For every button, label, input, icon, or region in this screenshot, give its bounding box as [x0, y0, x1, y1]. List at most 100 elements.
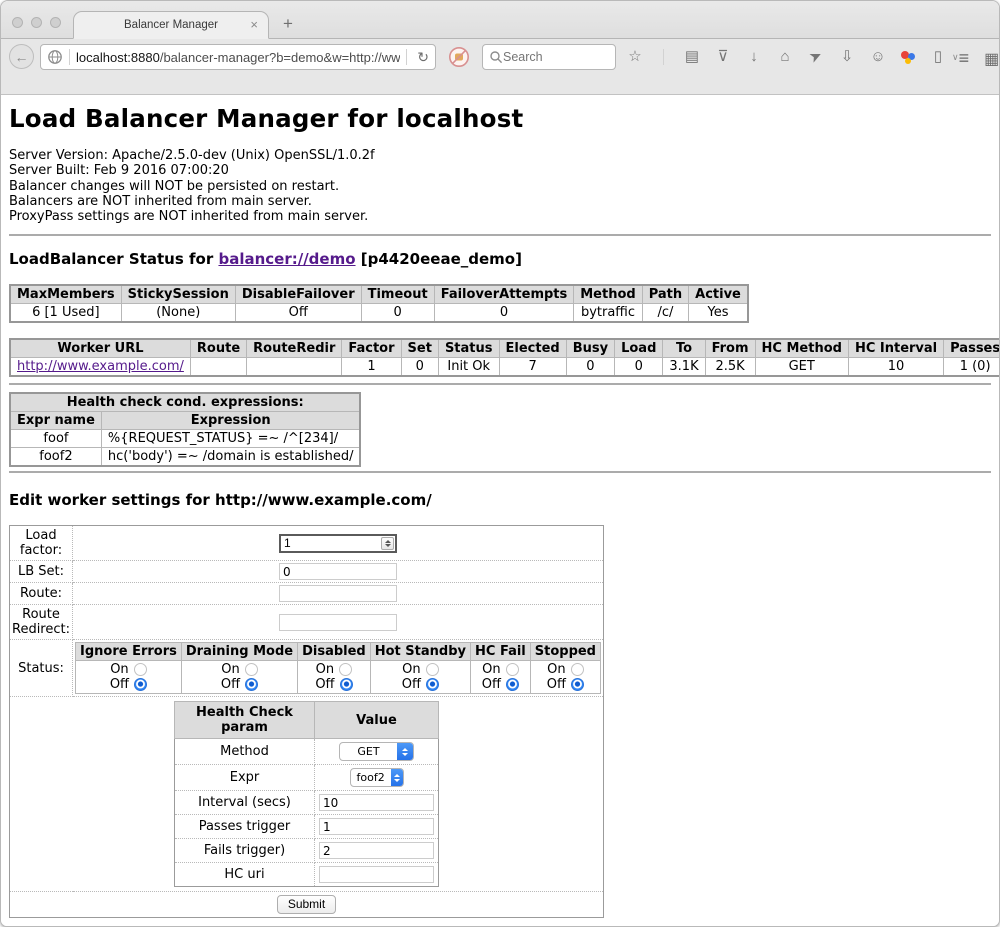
heading-prefix: LoadBalancer Status for: [9, 250, 218, 268]
column-header: StickySession: [121, 285, 235, 304]
clipboard-icon[interactable]: ▤: [683, 48, 701, 66]
column-header: Path: [642, 285, 688, 304]
device-sync-icon[interactable]: ▯: [929, 48, 947, 66]
lb-set-input[interactable]: [279, 563, 397, 580]
route-redirect-input[interactable]: [279, 614, 397, 631]
new-tab-button[interactable]: +: [283, 15, 293, 32]
tab-groups-icon[interactable]: ▦: [984, 49, 999, 69]
page-title: Load Balancer Manager for localhost: [9, 95, 991, 133]
route-label: Route:: [10, 583, 73, 605]
cell: 0: [566, 358, 614, 377]
off-label: Off: [315, 677, 334, 692]
pocket-icon[interactable]: ⊽: [714, 48, 732, 66]
hc-uri-input[interactable]: [319, 866, 434, 883]
disabled-on-radio[interactable]: [339, 663, 352, 676]
status-hot-standby-cell: On Off: [370, 661, 470, 694]
persist-note-line: Balancer changes will NOT be persisted o…: [9, 179, 991, 194]
hc-method-select[interactable]: GET: [339, 742, 414, 761]
window-close-icon[interactable]: [12, 17, 23, 28]
hc-passes-label: Passes trigger: [175, 815, 315, 839]
toolbar-right-group: ≡ ▦: [959, 48, 1000, 69]
chevron-down-icon[interactable]: ∨: [952, 52, 959, 63]
off-label: Off: [221, 677, 240, 692]
column-header: Passes: [944, 339, 999, 358]
on-label: On: [402, 662, 420, 677]
bookmark-star-icon[interactable]: ☆: [626, 48, 644, 66]
submit-button[interactable]: Submit: [277, 895, 336, 914]
search-input[interactable]: [503, 50, 593, 64]
balancer-status-table: MaxMembers StickySession DisableFailover…: [9, 284, 749, 323]
server-info: Server Version: Apache/2.5.0-dev (Unix) …: [9, 148, 991, 224]
window-zoom-icon[interactable]: [50, 17, 61, 28]
number-spinner-icon[interactable]: [381, 537, 394, 550]
worker-url-link[interactable]: http://www.example.com/: [17, 359, 184, 374]
ignore-errors-on-radio[interactable]: [134, 663, 147, 676]
hc-fail-off-radio[interactable]: [506, 678, 519, 691]
on-label: On: [316, 662, 334, 677]
status-disabled-cell: On Off: [298, 661, 371, 694]
hc-passes-input[interactable]: [319, 818, 434, 835]
window-controls[interactable]: [12, 17, 61, 28]
home-icon[interactable]: ⌂: [776, 48, 794, 66]
cell: (None): [121, 304, 235, 323]
reload-icon[interactable]: ↻: [417, 49, 429, 66]
draining-mode-on-radio[interactable]: [245, 663, 258, 676]
heading-suffix: [p4420eeae_demo]: [356, 250, 522, 268]
proxypass-note-line: ProxyPass settings are NOT inherited fro…: [9, 209, 991, 224]
load-factor-field: [279, 534, 397, 553]
hot-standby-on-radio[interactable]: [426, 663, 439, 676]
urlbar-divider: [69, 49, 70, 65]
draining-mode-off-radio[interactable]: [245, 678, 258, 691]
url-text[interactable]: localhost:8880/balancer-manager?b=demo&w…: [76, 50, 400, 65]
hc-expr-select[interactable]: foof2: [350, 768, 404, 787]
select-stepper-icon: [391, 768, 403, 787]
url-domain: localhost:8880: [76, 50, 160, 65]
browser-tab[interactable]: Balancer Manager ×: [73, 11, 269, 39]
search-bar[interactable]: [482, 44, 616, 70]
route-input[interactable]: [279, 585, 397, 602]
back-button[interactable]: ←: [9, 44, 34, 69]
stopped-off-radio[interactable]: [571, 678, 584, 691]
hc-fails-input[interactable]: [319, 842, 434, 859]
ignore-errors-off-radio[interactable]: [134, 678, 147, 691]
selected-value: GET: [340, 745, 397, 758]
status-label: Status:: [10, 640, 73, 697]
downloads-panel-icon[interactable]: ⇩: [838, 48, 856, 66]
load-factor-input[interactable]: [279, 534, 397, 553]
column-header: Timeout: [361, 285, 434, 304]
select-stepper-icon: [397, 742, 413, 761]
window-minimize-icon[interactable]: [31, 17, 42, 28]
hc-interval-input[interactable]: [319, 794, 434, 811]
column-header: Hot Standby: [370, 643, 470, 661]
download-icon[interactable]: ↓: [745, 48, 763, 66]
tab-close-icon[interactable]: ×: [250, 18, 258, 31]
column-header: Health Check param: [175, 702, 315, 739]
status-stopped-cell: On Off: [530, 661, 600, 694]
form-row-route: Route:: [10, 583, 604, 605]
extension-dots-icon[interactable]: [900, 49, 916, 65]
send-icon[interactable]: ➤: [804, 45, 828, 69]
balancer-link[interactable]: balancer://demo: [218, 250, 355, 268]
stopped-on-radio[interactable]: [571, 663, 584, 676]
column-header: MaxMembers: [10, 285, 121, 304]
health-check-param-table: Health Check param Value Method GET: [174, 701, 439, 887]
menu-hamburger-icon[interactable]: ≡: [959, 48, 970, 69]
column-header: HC Method: [755, 339, 848, 358]
hot-standby-off-radio[interactable]: [426, 678, 439, 691]
hc-fails-label: Fails trigger): [175, 839, 315, 863]
forum-smiley-icon[interactable]: ☺: [869, 48, 887, 66]
column-header: Expr name: [10, 412, 101, 430]
form-row-health-check: Health Check param Value Method GET: [10, 697, 604, 892]
column-header: RouteRedir: [247, 339, 342, 358]
table-row: foof2 hc('body') =~ /domain is establish…: [10, 448, 360, 467]
disabled-off-radio[interactable]: [340, 678, 353, 691]
form-row-submit: Submit: [10, 892, 604, 918]
navigation-toolbar: ← localhost:8880/balancer-manager?b=demo…: [1, 39, 999, 95]
url-bar[interactable]: localhost:8880/balancer-manager?b=demo&w…: [40, 44, 436, 70]
loadbalancer-status-heading: LoadBalancer Status for balancer://demo …: [9, 250, 991, 268]
column-header: Active: [689, 285, 748, 304]
cell: Off: [235, 304, 361, 323]
content-block-icon[interactable]: [448, 46, 470, 73]
hc-fail-on-radio[interactable]: [506, 663, 519, 676]
column-header: DisableFailover: [235, 285, 361, 304]
